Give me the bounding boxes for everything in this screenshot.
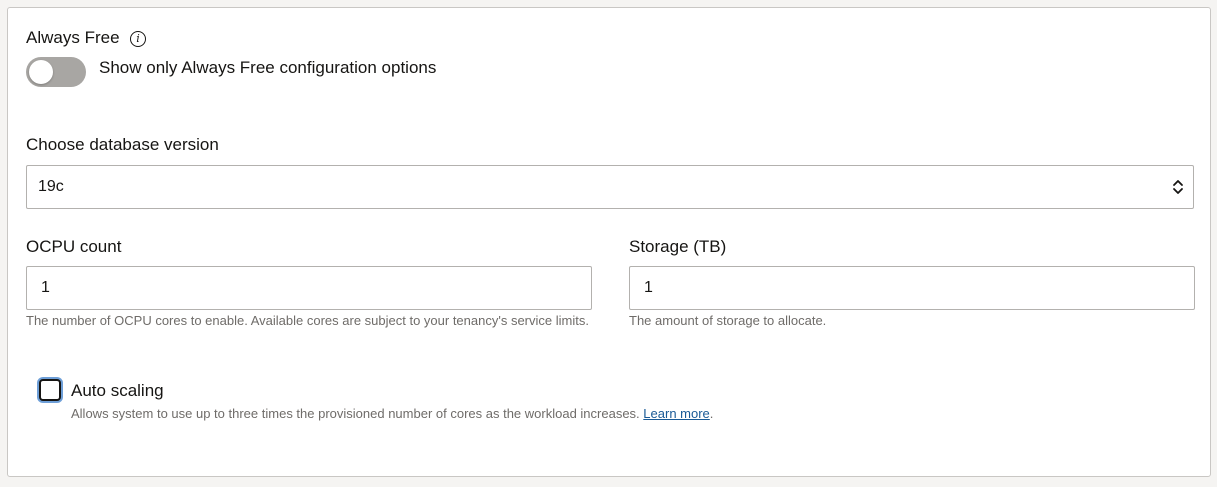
auto-scaling-help: Allows system to use up to three times t…	[71, 404, 713, 424]
toggle-knob	[29, 60, 53, 84]
learn-more-link[interactable]: Learn more	[643, 406, 709, 421]
auto-scaling-checkbox[interactable]	[39, 379, 61, 401]
ocpu-count-help: The number of OCPU cores to enable. Avai…	[26, 313, 589, 328]
storage-help: The amount of storage to allocate.	[629, 313, 827, 328]
auto-scaling-label[interactable]: Auto scaling	[71, 381, 164, 401]
ocpu-count-input[interactable]	[26, 266, 592, 310]
storage-label: Storage (TB)	[629, 237, 727, 256]
ocpu-count-label: OCPU count	[26, 237, 122, 256]
always-free-label: Always Free	[26, 28, 120, 47]
database-version-value: 19c	[38, 178, 64, 195]
always-free-toggle[interactable]	[26, 57, 86, 87]
storage-input[interactable]	[629, 266, 1195, 310]
auto-scaling-help-text: Allows system to use up to three times t…	[71, 406, 640, 421]
always-free-toggle-label: Show only Always Free configuration opti…	[99, 58, 437, 77]
database-config-panel: Always Free i Show only Always Free conf…	[7, 7, 1211, 477]
info-icon[interactable]: i	[130, 31, 146, 47]
database-version-label: Choose database version	[26, 135, 219, 154]
help-trailing-period: .	[709, 406, 714, 421]
chevron-up-down-icon	[1173, 180, 1183, 194]
database-version-select[interactable]: 19c	[26, 165, 1194, 209]
